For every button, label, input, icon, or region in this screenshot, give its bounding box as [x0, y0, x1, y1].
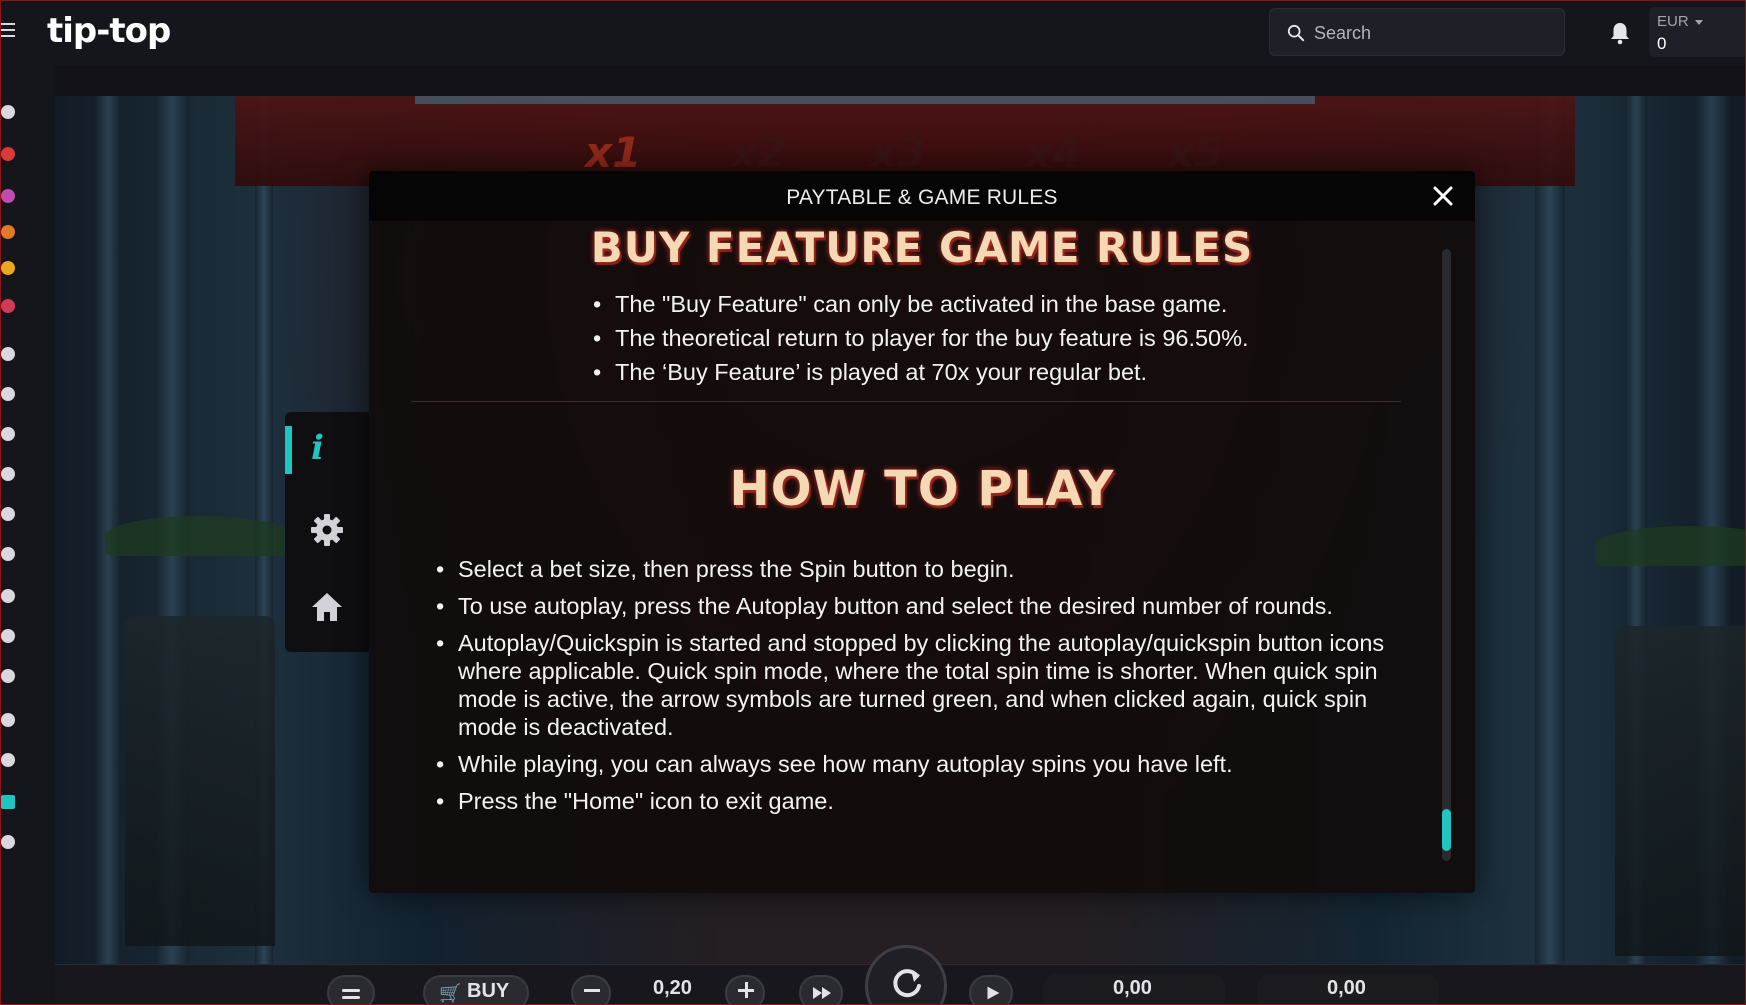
rail-category-icon[interactable] [1, 387, 15, 401]
bet-value: 0,20 [653, 977, 692, 999]
autoplay-button[interactable] [969, 975, 1013, 1004]
rail-category-icon[interactable] [1, 189, 15, 203]
wallet-currency: EUR [1657, 13, 1689, 30]
info-icon[interactable]: i [311, 428, 324, 468]
wallet-balance-widget[interactable]: EUR 0 [1649, 7, 1745, 57]
top-bar: tip-top Search EUR 0 [1, 1, 1745, 65]
rail-category-icon[interactable] [1, 261, 15, 275]
active-tab-indicator [285, 426, 292, 474]
balance-display: 0,00 [1043, 973, 1225, 1004]
rail-category-icon[interactable] [1, 347, 15, 361]
rail-category-icon[interactable] [1, 299, 15, 313]
rail-category-icon[interactable] [1, 225, 15, 239]
site-logo[interactable]: tip-top [47, 11, 171, 51]
modal-scrollbar[interactable] [1442, 249, 1451, 861]
rule-item: Autoplay/Quickspin is started and stoppe… [434, 629, 1404, 741]
refresh-spin-icon [893, 969, 921, 998]
play-icon [987, 986, 1000, 1000]
hamburger-menu-icon[interactable] [1, 23, 15, 39]
rail-category-icon[interactable] [1, 629, 15, 643]
home-icon[interactable] [309, 590, 345, 624]
rail-category-icon[interactable] [1, 753, 15, 767]
rail-category-icon[interactable] [1, 105, 15, 119]
rule-item: While playing, you can always see how ma… [434, 750, 1404, 778]
win-display: 0,00 [1257, 973, 1439, 1004]
win-value: 0,00 [1327, 977, 1366, 999]
buy-label: BUY [467, 980, 510, 1002]
rail-category-icon[interactable] [1, 589, 15, 603]
rule-item: The "Buy Feature" can only be activated … [591, 289, 1391, 319]
rail-category-icon[interactable] [1, 427, 15, 441]
notification-bell-icon[interactable] [1609, 21, 1631, 45]
rail-category-icon[interactable] [1, 147, 15, 161]
balance-value: 0,00 [1113, 977, 1152, 999]
app-window: tip-top Search EUR 0 x1 x2 x3 x4 x5 🛒 BU… [0, 0, 1746, 1005]
rail-category-icon[interactable] [1, 713, 15, 727]
search-placeholder: Search [1314, 23, 1372, 43]
rail-category-icon[interactable] [1, 507, 15, 521]
modal-header: PAYTABLE & GAME RULES [369, 171, 1475, 221]
buy-feature-rules-list: The "Buy Feature" can only be activated … [591, 289, 1391, 387]
rule-item: The ‘Buy Feature’ is played at 70x your … [591, 357, 1391, 387]
rail-category-icon[interactable] [1, 795, 15, 809]
left-category-rail [1, 65, 55, 1004]
fast-forward-icon [813, 987, 831, 999]
section-title-how-to-play: HOW TO PLAY [729, 461, 1115, 517]
modal-title: PAYTABLE & GAME RULES [786, 186, 1058, 209]
rail-category-icon[interactable] [1, 467, 15, 481]
section-title-buy-feature: BUY FEATURE GAME RULES [590, 223, 1254, 272]
hamburger-icon [342, 989, 360, 999]
minus-icon [584, 989, 600, 992]
rule-item: Select a bet size, then press the Spin b… [434, 555, 1404, 583]
buy-feature-button[interactable]: 🛒 BUY [423, 975, 529, 1004]
rail-category-icon[interactable] [1, 835, 15, 849]
section-divider [411, 401, 1401, 402]
wallet-balance: 0 [1657, 34, 1667, 53]
game-control-bar: 🛒 BUY 0,20 0,00 0,00 [55, 945, 1745, 1004]
paytable-modal: PAYTABLE & GAME RULES BUY FEATURE GAME R… [369, 171, 1475, 893]
close-icon[interactable] [1431, 184, 1455, 208]
how-to-play-rules-list: Select a bet size, then press the Spin b… [434, 555, 1404, 815]
chevron-down-icon [1695, 20, 1703, 25]
cart-icon: 🛒 [439, 983, 462, 1003]
rule-item: The theoretical return to player for the… [591, 323, 1391, 353]
modal-scroll-body[interactable]: BUY FEATURE GAME RULES The "Buy Feature"… [369, 221, 1475, 893]
paytable-side-menu: i [285, 412, 369, 652]
rule-item: Press the "Home" icon to exit game. [434, 787, 1404, 815]
search-input[interactable]: Search [1269, 8, 1565, 56]
bet-decrease-button[interactable] [571, 975, 611, 1004]
rail-category-icon[interactable] [1, 547, 15, 561]
scrollbar-thumb[interactable] [1442, 809, 1451, 851]
rule-item: To use autoplay, press the Autoplay butt… [434, 592, 1404, 620]
quickspin-button[interactable] [799, 975, 843, 1004]
search-icon [1287, 24, 1305, 42]
bet-increase-button[interactable] [725, 975, 765, 1004]
gear-icon[interactable] [309, 512, 345, 548]
rail-category-icon[interactable] [1, 669, 15, 683]
plus-icon-vertical [744, 982, 748, 998]
menu-button[interactable] [327, 975, 375, 1004]
